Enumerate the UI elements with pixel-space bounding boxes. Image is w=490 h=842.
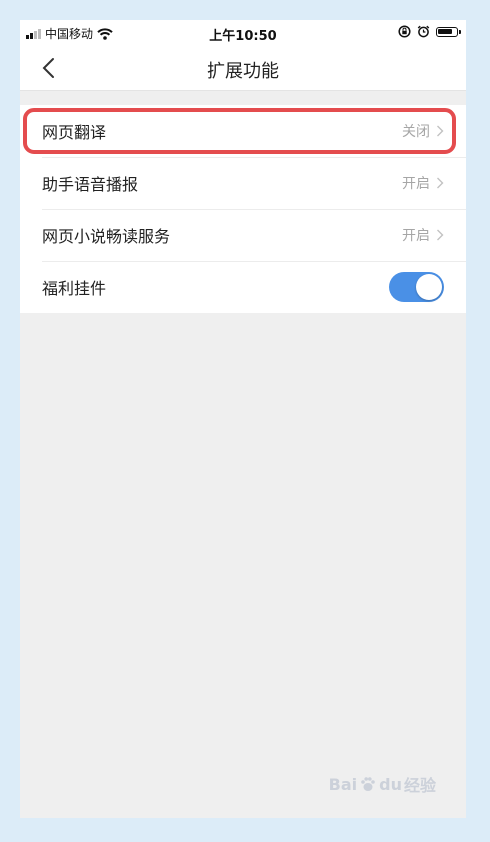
setting-web-translate[interactable]: 网页翻译 关闭 <box>20 105 466 157</box>
setting-voice-broadcast[interactable]: 助手语音播报 开启 <box>20 157 466 209</box>
rotation-lock-icon <box>398 25 411 38</box>
page-title: 扩展功能 <box>207 61 279 82</box>
setting-welfare-widget: 福利挂件 <box>20 261 466 313</box>
chevron-right-icon <box>437 229 444 241</box>
settings-list: 网页翻译 关闭 助手语音播报 开启 网页小说畅读服务 开启 福利挂件 <box>20 105 466 313</box>
alarm-icon <box>417 25 430 38</box>
watermark-brand: Bai <box>328 774 358 794</box>
watermark-suffix: du <box>379 774 402 794</box>
setting-label: 网页翻译 <box>42 123 107 142</box>
welfare-widget-toggle[interactable] <box>389 272 444 302</box>
phone-screen: 中国移动 上午10:50 扩展功能 网页翻译 关闭 助手语音播报 开启 网页小说… <box>20 20 466 818</box>
setting-label: 助手语音播报 <box>42 175 139 194</box>
setting-label: 福利挂件 <box>42 279 107 298</box>
watermark-text: 经验 <box>403 776 436 795</box>
paw-icon <box>361 777 375 791</box>
battery-icon <box>436 26 461 37</box>
setting-value: 开启 <box>402 176 430 192</box>
toggle-knob <box>416 274 442 300</box>
watermark: Bai du 经验 <box>329 772 436 796</box>
setting-label: 网页小说畅读服务 <box>42 227 171 246</box>
status-right <box>398 25 461 38</box>
setting-value: 开启 <box>402 228 430 244</box>
setting-value: 关闭 <box>402 124 430 140</box>
chevron-right-icon <box>437 177 444 189</box>
chevron-right-icon <box>437 125 444 137</box>
setting-novel-reading[interactable]: 网页小说畅读服务 开启 <box>20 209 466 261</box>
status-bar: 中国移动 上午10:50 <box>20 20 466 46</box>
navigation-bar: 扩展功能 <box>20 46 466 91</box>
